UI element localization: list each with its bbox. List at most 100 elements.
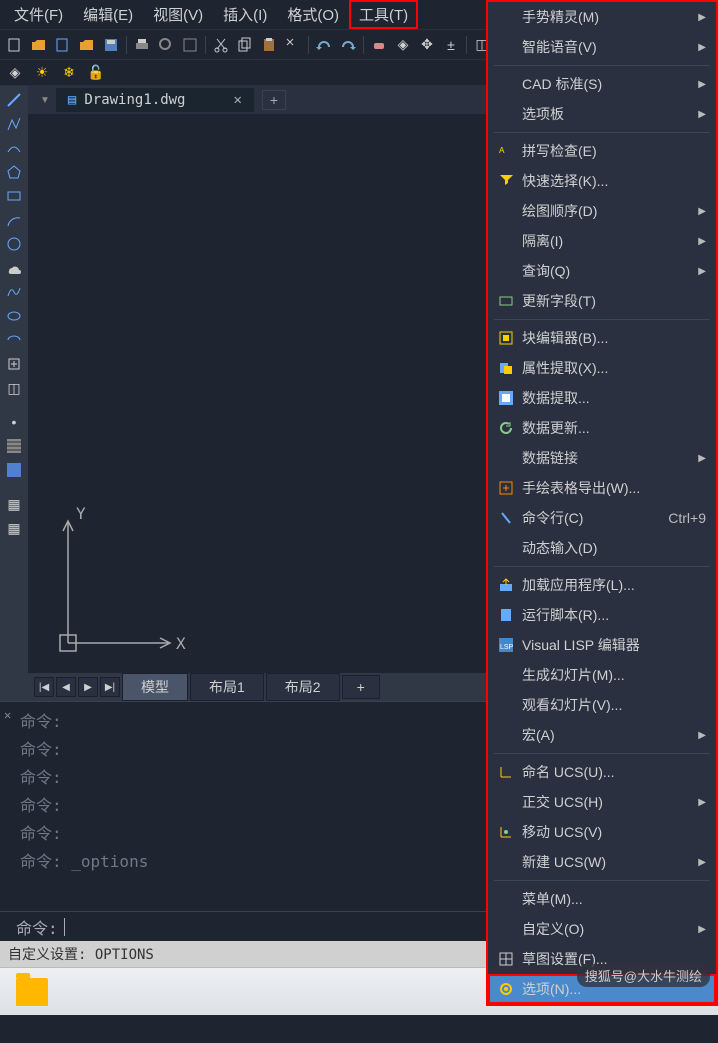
layout-tab-1[interactable]: 布局1 — [190, 673, 264, 701]
ellipse-icon[interactable] — [4, 306, 24, 326]
menu-item[interactable]: 块编辑器(B)... — [488, 323, 716, 353]
polygon-icon[interactable] — [4, 162, 24, 182]
save-icon[interactable] — [100, 34, 122, 56]
layer-icon[interactable]: ◈ — [4, 62, 26, 84]
menu-item[interactable]: 属性提取(X)... — [488, 353, 716, 383]
menu-item[interactable]: 命令行(C)Ctrl+9 — [488, 503, 716, 533]
menu-label: 菜单(M)... — [522, 889, 706, 909]
nav-prev-icon[interactable]: ◀ — [56, 677, 76, 697]
menu-insert[interactable]: 插入(I) — [213, 0, 277, 29]
menu-label: 块编辑器(B)... — [522, 328, 706, 348]
new2-icon[interactable] — [52, 34, 74, 56]
menu-item[interactable]: LSPVisual LISP 编辑器 — [488, 630, 716, 660]
copy2-icon[interactable]: ◈ — [392, 34, 414, 56]
menu-tools[interactable]: 工具(T) — [349, 0, 418, 29]
spline-icon[interactable] — [4, 282, 24, 302]
print-icon[interactable] — [131, 34, 153, 56]
menu-item[interactable]: 新建 UCS(W)▶ — [488, 847, 716, 877]
arc2-icon[interactable] — [4, 210, 24, 230]
menu-view[interactable]: 视图(V) — [143, 0, 213, 29]
open-icon[interactable] — [28, 34, 50, 56]
chevron-right-icon: ▶ — [698, 12, 706, 23]
line-icon[interactable] — [4, 90, 24, 110]
svg-text:ᴬ: ᴬ — [499, 145, 505, 158]
menu-item[interactable]: 运行脚本(R)... — [488, 600, 716, 630]
cloud-icon[interactable] — [4, 258, 24, 278]
menu-item[interactable]: CAD 标准(S)▶ — [488, 69, 716, 99]
preview-icon[interactable] — [155, 34, 177, 56]
cmd-close-icon[interactable]: ✕ — [4, 708, 11, 722]
lock-icon[interactable]: 🔓 — [85, 62, 107, 84]
circle-icon[interactable] — [4, 234, 24, 254]
tab-dropdown-icon[interactable]: ▼ — [40, 95, 50, 106]
undo-icon[interactable] — [313, 34, 335, 56]
close-icon[interactable]: ✕ — [234, 92, 242, 108]
menu-edit[interactable]: 编辑(E) — [73, 0, 143, 29]
menu-item[interactable]: 查询(Q)▶ — [488, 256, 716, 286]
menu-item[interactable]: 宏(A)▶ — [488, 720, 716, 750]
zoom-icon[interactable]: ± — [440, 34, 462, 56]
menu-item[interactable]: 数据提取... — [488, 383, 716, 413]
menu-item[interactable]: 数据更新... — [488, 413, 716, 443]
layout-tab-model[interactable]: 模型 — [122, 673, 188, 701]
qselect-icon — [496, 171, 516, 191]
blank-icon — [496, 201, 516, 221]
pan-icon[interactable]: ✥ — [416, 34, 438, 56]
menu-format[interactable]: 格式(O) — [277, 0, 349, 29]
menu-item[interactable]: 更新字段(T) — [488, 286, 716, 316]
menu-item[interactable]: 快速选择(K)... — [488, 166, 716, 196]
pline-icon[interactable] — [4, 114, 24, 134]
block2-icon[interactable]: ◫ — [4, 378, 24, 398]
menu-item[interactable]: 正交 UCS(H)▶ — [488, 787, 716, 817]
insert-icon[interactable] — [4, 354, 24, 374]
gradient-icon[interactable] — [4, 460, 24, 480]
menu-item[interactable]: 自定义(O)▶ — [488, 914, 716, 944]
hatch-icon[interactable] — [4, 436, 24, 456]
menu-item[interactable]: 绘图顺序(D)▶ — [488, 196, 716, 226]
ellarc-icon[interactable] — [4, 330, 24, 350]
menu-item[interactable]: 手势精灵(M)▶ — [488, 2, 716, 32]
menu-item[interactable]: 数据链接▶ — [488, 443, 716, 473]
menu-item[interactable]: 命名 UCS(U)... — [488, 757, 716, 787]
explorer-icon[interactable] — [16, 978, 48, 1006]
rectangle-icon[interactable] — [4, 186, 24, 206]
menu-item[interactable]: 选项板▶ — [488, 99, 716, 129]
paste-icon[interactable] — [258, 34, 280, 56]
layout-tab-2[interactable]: 布局2 — [266, 673, 340, 701]
point-icon[interactable]: • — [4, 412, 24, 432]
field-icon — [496, 291, 516, 311]
menu-item[interactable]: 动态输入(D) — [488, 533, 716, 563]
draft-icon — [496, 949, 516, 969]
ucs-icon — [496, 762, 516, 782]
menu-file[interactable]: 文件(F) — [4, 0, 73, 29]
new-icon[interactable] — [4, 34, 26, 56]
document-tab[interactable]: ▤ Drawing1.dwg ✕ — [56, 88, 254, 112]
menu-item[interactable]: ᴬ拼写检查(E) — [488, 136, 716, 166]
find-icon[interactable] — [179, 34, 201, 56]
menu-item[interactable]: 菜单(M)... — [488, 884, 716, 914]
copy-icon[interactable] — [234, 34, 256, 56]
sun-icon[interactable]: ☀ — [31, 62, 53, 84]
layout-tab-add[interactable]: + — [342, 675, 380, 699]
nav-first-icon[interactable]: |◀ — [34, 677, 54, 697]
nav-next-icon[interactable]: ▶ — [78, 677, 98, 697]
menu-item[interactable]: 加载应用程序(L)... — [488, 570, 716, 600]
match-icon[interactable] — [282, 34, 304, 56]
nav-last-icon[interactable]: ▶| — [100, 677, 120, 697]
cut-icon[interactable] — [210, 34, 232, 56]
menu-item[interactable]: 移动 UCS(V) — [488, 817, 716, 847]
menu-item[interactable]: 观看幻灯片(V)... — [488, 690, 716, 720]
menu-item[interactable]: 隔离(I)▶ — [488, 226, 716, 256]
tab-add[interactable]: + — [262, 90, 286, 110]
menu-item[interactable]: 智能语音(V)▶ — [488, 32, 716, 62]
arc-icon[interactable] — [4, 138, 24, 158]
open2-icon[interactable] — [76, 34, 98, 56]
region-icon[interactable]: ▦ — [4, 494, 24, 514]
menu-item[interactable]: 生成幻灯片(M)... — [488, 660, 716, 690]
menu-item[interactable]: 手绘表格导出(W)... — [488, 473, 716, 503]
blank-icon — [496, 448, 516, 468]
erase-icon[interactable] — [368, 34, 390, 56]
freeze-icon[interactable]: ❄ — [58, 62, 80, 84]
redo-icon[interactable] — [337, 34, 359, 56]
table-icon[interactable]: ▦ — [4, 518, 24, 538]
